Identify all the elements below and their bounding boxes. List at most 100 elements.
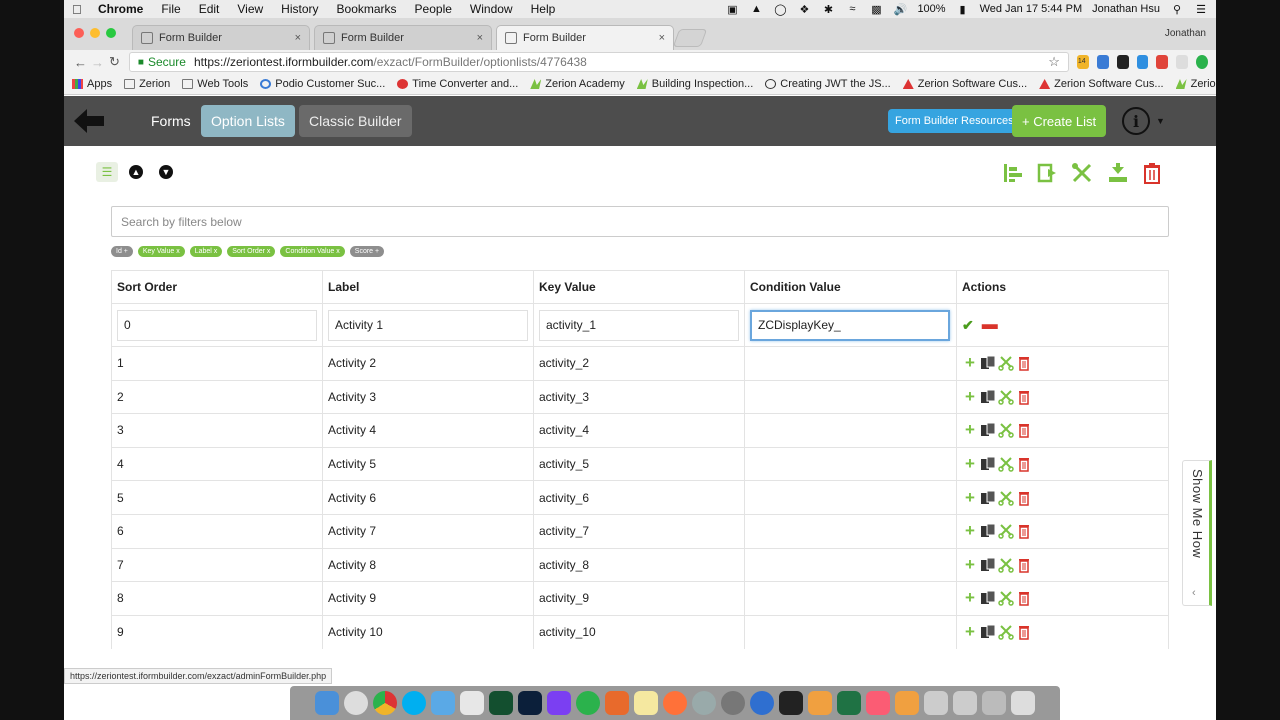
- bookmark-folder[interactable]: Zerion: [124, 78, 170, 90]
- show-me-how-tab[interactable]: Show Me How ‹: [1182, 460, 1212, 606]
- delete-icon[interactable]: [1016, 490, 1032, 506]
- cell-label[interactable]: Activity 8: [322, 547, 534, 582]
- new-tab-button[interactable]: [672, 29, 708, 47]
- add-icon[interactable]: +: [962, 454, 978, 473]
- cell-condition-value[interactable]: [744, 346, 957, 381]
- add-icon[interactable]: +: [962, 353, 978, 372]
- window-minimize-button[interactable]: [90, 28, 100, 38]
- notification-center-icon[interactable]: ☰: [1194, 3, 1208, 16]
- cut-icon[interactable]: [998, 456, 1014, 472]
- filter-chip-sort-order[interactable]: Sort Order x: [227, 246, 276, 257]
- green-extension-icon[interactable]: [1196, 55, 1209, 69]
- bookmark-folder[interactable]: Web Tools: [182, 78, 248, 90]
- user-name[interactable]: Jonathan Hsu: [1092, 3, 1160, 15]
- add-icon[interactable]: +: [962, 622, 978, 641]
- document-2-icon[interactable]: [953, 691, 977, 715]
- cell-condition-value[interactable]: [744, 413, 957, 448]
- copy-icon[interactable]: [980, 523, 996, 539]
- delete-icon[interactable]: [1016, 389, 1032, 405]
- address-bar[interactable]: ■ Secure https://zeriontest.iformbuilder…: [128, 52, 1069, 72]
- add-icon[interactable]: +: [962, 420, 978, 439]
- bookmark-link[interactable]: Podio Customer Suc...: [260, 78, 385, 90]
- bookmark-link[interactable]: Building Inspection...: [636, 78, 753, 90]
- bookmark-apps[interactable]: Apps: [72, 78, 112, 90]
- delete-icon[interactable]: [1016, 590, 1032, 607]
- column-header-sort-order[interactable]: Sort Order: [111, 270, 323, 304]
- clock-app-icon[interactable]: [344, 691, 368, 715]
- pdf-extension-icon[interactable]: [1156, 55, 1169, 69]
- b-extension-icon[interactable]: [1116, 55, 1129, 69]
- menu-view[interactable]: View: [237, 2, 263, 16]
- bookmark-star-icon[interactable]: ☆: [1048, 54, 1060, 70]
- cell-label[interactable]: Activity 2: [322, 346, 534, 381]
- finder-icon[interactable]: [315, 691, 339, 715]
- spotlight-icon[interactable]: ⚲: [1170, 3, 1184, 16]
- cell-condition-value[interactable]: [744, 446, 957, 481]
- bookmark-link[interactable]: Zerion Software Cus...: [902, 78, 1027, 90]
- cell-sort-order[interactable]: 5: [111, 480, 323, 515]
- cut-icon[interactable]: [998, 422, 1014, 439]
- list-view-icon[interactable]: ☰: [96, 162, 118, 182]
- battery-icon[interactable]: ▮: [956, 3, 970, 16]
- volume-icon[interactable]: 🔊: [893, 3, 908, 16]
- cell-key-value[interactable]: activity_7: [533, 513, 745, 549]
- trash-icon[interactable]: [1141, 162, 1163, 184]
- clock[interactable]: Wed Jan 17 5:44 PM: [980, 3, 1083, 15]
- safari-icon[interactable]: [750, 691, 774, 715]
- browser-tab-3-active[interactable]: Form Builder ×: [496, 25, 674, 50]
- nav-forms[interactable]: Forms: [141, 105, 201, 137]
- key-value-input[interactable]: [539, 309, 739, 341]
- cell-sort-order[interactable]: 9: [111, 614, 323, 649]
- arrow-up-icon[interactable]: ▲: [129, 165, 143, 179]
- copy-icon[interactable]: [980, 557, 996, 573]
- add-icon[interactable]: +: [962, 488, 978, 507]
- form-builder-resources-button[interactable]: Form Builder Resources: [888, 109, 1021, 133]
- battery-percent[interactable]: 100%: [917, 3, 945, 15]
- edit-extension-icon[interactable]: [1136, 55, 1149, 69]
- cell-sort-order[interactable]: 2: [111, 379, 323, 414]
- filter-search-input[interactable]: [111, 206, 1169, 237]
- cell-sort-order[interactable]: 4: [111, 446, 323, 481]
- copy-icon[interactable]: [980, 389, 996, 405]
- cell-label[interactable]: Activity 4: [322, 413, 534, 448]
- filter-chip-label[interactable]: Label x: [189, 246, 223, 257]
- browser-tab-1[interactable]: Form Builder ×: [132, 25, 310, 50]
- column-header-label[interactable]: Label: [322, 270, 534, 304]
- tab-close-icon[interactable]: ×: [659, 32, 665, 44]
- back-arrow-icon[interactable]: [74, 109, 104, 133]
- cell-key-value[interactable]: activity_3: [533, 379, 745, 414]
- menu-help[interactable]: Help: [531, 2, 556, 16]
- cell-sort-order[interactable]: 6: [111, 513, 323, 549]
- imovie-star-icon[interactable]: [547, 691, 571, 715]
- nav-classic-builder[interactable]: Classic Builder: [299, 105, 412, 137]
- window-close-button[interactable]: [74, 28, 84, 38]
- notes-icon[interactable]: [634, 691, 658, 715]
- tab-close-icon[interactable]: ×: [295, 32, 301, 44]
- align-icon[interactable]: [1002, 162, 1024, 184]
- bookmark-link[interactable]: Creating JWT the JS...: [765, 78, 891, 90]
- system-preferences-icon[interactable]: [721, 691, 745, 715]
- condition-value-input[interactable]: [750, 309, 950, 341]
- reload-icon[interactable]: ↻: [106, 54, 123, 70]
- cell-key-value[interactable]: activity_10: [533, 614, 745, 649]
- cell-label[interactable]: Activity 10: [322, 614, 534, 649]
- cut-icon[interactable]: [998, 490, 1014, 506]
- document-3-icon[interactable]: [982, 691, 1006, 715]
- cell-key-value[interactable]: activity_2: [533, 346, 745, 381]
- copy-icon[interactable]: [980, 422, 996, 438]
- cell-key-value[interactable]: activity_9: [533, 581, 745, 616]
- cell-sort-order[interactable]: 8: [111, 581, 323, 616]
- cell-condition-value[interactable]: [744, 547, 957, 582]
- copy-icon[interactable]: [980, 590, 996, 606]
- flower-app-2-icon[interactable]: [895, 691, 919, 715]
- launchpad-icon[interactable]: [692, 691, 716, 715]
- cell-label[interactable]: Activity 6: [322, 480, 534, 515]
- drive-icon[interactable]: ▲: [749, 3, 763, 15]
- apple-icon[interactable]: : [72, 2, 88, 17]
- delete-icon[interactable]: [1016, 557, 1032, 573]
- itunes-icon[interactable]: [866, 691, 890, 715]
- info-icon[interactable]: i: [1122, 107, 1150, 135]
- cut-icon[interactable]: [998, 557, 1014, 573]
- gray-extension-icon[interactable]: [1176, 55, 1189, 69]
- bluetooth-icon[interactable]: ✱: [821, 3, 835, 16]
